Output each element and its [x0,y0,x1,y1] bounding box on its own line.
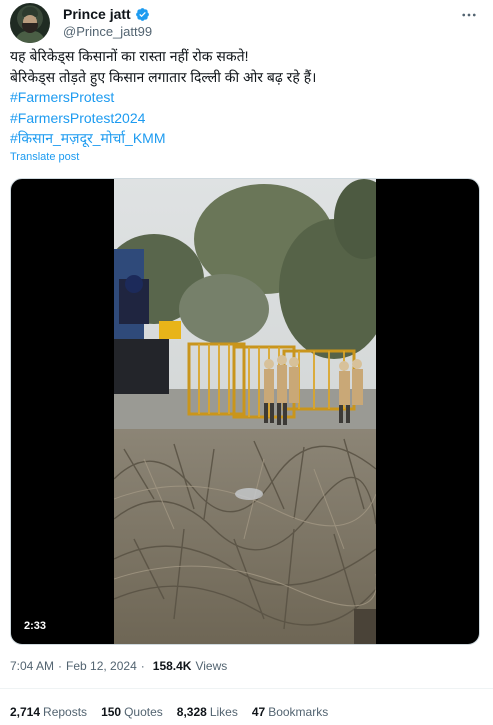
likes-stat[interactable]: 8,328 Likes [177,705,238,719]
post-text: यह बेरिकेड्स किसानों का रास्ता नहीं रोक … [10,46,480,149]
hashtag-link[interactable]: #FarmersProtest [10,87,480,108]
views-count: 158.4K [152,659,192,673]
video-duration-badge: 2:33 [19,618,52,634]
bookmarks-count: 47 [251,705,266,719]
quotes-count: 150 [101,705,122,719]
post-time[interactable]: 7:04 AM [10,659,54,673]
verified-badge-icon [135,7,149,21]
hashtag-link[interactable]: #FarmersProtest2024 [10,108,480,129]
video-player[interactable]: 2:33 [10,178,480,645]
post-text-line: यह बेरिकेड्स किसानों का रास्ता नहीं रोक … [10,48,249,64]
video-frame [114,179,376,644]
translate-post-link[interactable]: Translate post [10,151,79,163]
avatar[interactable] [10,3,50,43]
post-meta: 7:04 AM · Feb 12, 2024 · 158.4K Views [10,659,227,673]
quotes-label: Quotes [124,705,163,719]
bookmarks-label: Bookmarks [268,705,329,719]
post-date[interactable]: Feb 12, 2024 [66,659,137,673]
hashtag-link[interactable]: #किसान_मज़दूर_मोर्चा_KMM [10,128,480,149]
meta-separator: · [140,659,145,673]
name-row: Prince jatt [63,6,150,22]
author-handle[interactable]: @Prince_jatt99 [63,24,152,39]
quotes-stat[interactable]: 150 Quotes [101,705,163,719]
divider [0,688,493,689]
reposts-label: Reposts [43,705,88,719]
more-options-icon [462,13,476,17]
post-text-line: बेरिकेड्स तोड़ते हुए किसान लगातार दिल्ली… [10,68,317,85]
more-options-button[interactable] [457,3,481,27]
reposts-count: 2,714 [10,705,41,719]
author-display-name[interactable]: Prince jatt [63,6,131,22]
likes-label: Likes [209,705,238,719]
likes-count: 8,328 [176,705,207,719]
meta-separator: · [58,659,63,673]
engagement-stats: 2,714 Reposts 150 Quotes 8,328 Likes 47 Book… [10,705,328,719]
views-label: Views [195,659,228,673]
post-header: Prince jatt @Prince_jatt99 [10,3,485,43]
video-thumbnail [114,179,376,644]
bookmarks-stat[interactable]: 47 Bookmarks [252,705,328,719]
reposts-stat[interactable]: 2,714 Reposts [10,705,87,719]
